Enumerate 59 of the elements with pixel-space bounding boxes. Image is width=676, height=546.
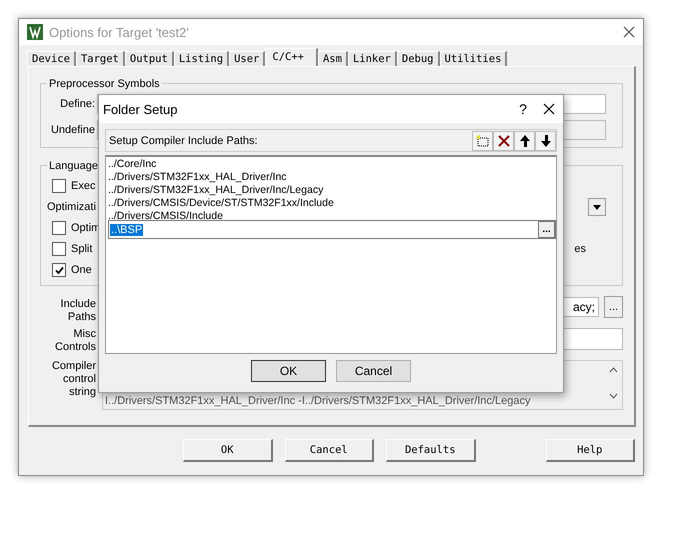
new-folder-icon	[476, 134, 489, 146]
window-title: Options for Target 'test2'	[49, 24, 190, 40]
optimization-label: Optimizati	[47, 201, 96, 214]
delete-button[interactable]	[493, 130, 514, 150]
checkbox[interactable]	[52, 179, 66, 194]
dialog-button[interactable]: Cancel	[336, 360, 411, 382]
option-label: One	[71, 264, 92, 276]
caret-icon	[593, 204, 601, 210]
path-item[interactable]: ../Drivers/CMSIS/Include	[108, 210, 556, 223]
dialog-button[interactable]: Defaults	[386, 439, 476, 462]
dialog-title: Folder Setup	[103, 102, 178, 116]
move-up-button[interactable]	[514, 130, 535, 150]
arrow-up-icon	[520, 134, 530, 146]
tab[interactable]: Asm	[318, 50, 348, 66]
option-label: Exec	[71, 180, 96, 192]
tab[interactable]: C/C++	[265, 48, 318, 66]
scroll-arrows-icon[interactable]	[609, 366, 618, 399]
path-item[interactable]: ../Drivers/STM32F1xx_HAL_Driver/Inc/Legacy	[108, 184, 556, 197]
tab[interactable]: Device	[27, 50, 76, 66]
tab[interactable]: Output	[124, 50, 174, 66]
option-label: es	[574, 243, 586, 256]
option-label: Split	[71, 243, 92, 256]
compiler-string-label: Compiler control string	[50, 360, 96, 399]
close-icon[interactable]	[543, 103, 555, 115]
tab[interactable]: Target	[76, 50, 125, 66]
dialog-button[interactable]: OK	[183, 439, 272, 462]
tab[interactable]: Linker	[348, 50, 397, 66]
checkbox[interactable]	[52, 242, 66, 256]
group-title: Preprocessor Symbols	[48, 78, 161, 90]
tab[interactable]: Utilities	[440, 50, 508, 66]
path-item[interactable]: ../Drivers/CMSIS/Device/ST/STM32F1xx/Include	[108, 197, 556, 210]
move-down-button[interactable]	[535, 130, 556, 150]
browse-button[interactable]: ...	[604, 296, 623, 318]
dialog-button[interactable]: Cancel	[284, 439, 374, 462]
header-label: Setup Compiler Include Paths:	[109, 134, 259, 146]
close-icon[interactable]	[623, 26, 635, 38]
include-paths-label: Include Paths	[60, 298, 96, 324]
arrow-down-icon	[540, 134, 550, 146]
dropdown-button[interactable]	[588, 198, 606, 216]
dialog-button[interactable]: Help	[546, 439, 635, 462]
browse-button[interactable]: ...	[538, 221, 555, 238]
path-item[interactable]: ../Drivers/STM32F1xx_HAL_Driver/Inc	[108, 171, 556, 184]
help-button[interactable]: ?	[503, 101, 543, 117]
tab[interactable]: Listing	[174, 50, 230, 66]
app-logo-icon	[27, 24, 43, 40]
selected-path-text: ..\BSP	[110, 224, 144, 236]
delete-icon	[498, 134, 510, 146]
group-title: Language	[48, 160, 99, 172]
tab[interactable]: User	[229, 50, 266, 66]
dialog-button[interactable]: OK	[251, 360, 326, 382]
define-label: Define:	[59, 98, 95, 110]
new-folder-button[interactable]	[472, 130, 493, 150]
path-edit-field[interactable]: ..\BSP ...	[108, 220, 556, 239]
misc-controls-label: Misc Controls	[54, 328, 96, 354]
path-item[interactable]: ../Core/Inc	[108, 158, 556, 171]
checkbox[interactable]	[52, 263, 66, 278]
checkbox[interactable]	[52, 221, 66, 236]
undefine-label: Undefine	[50, 124, 95, 136]
tab[interactable]: Debug	[396, 50, 440, 66]
